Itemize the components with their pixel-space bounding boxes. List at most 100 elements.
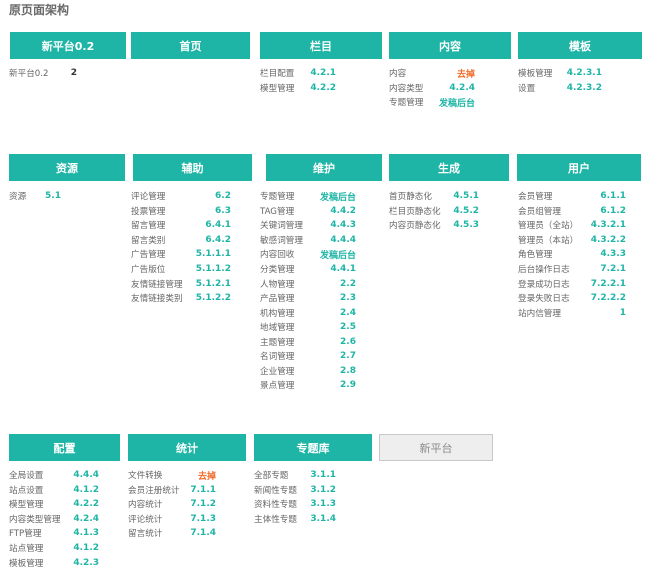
item-label: 产品管理 <box>260 294 295 305</box>
list-item: 内容页静态化 4.5.3 <box>389 218 479 233</box>
item-label: 内容 <box>389 69 407 80</box>
item-code: 6.3 <box>215 205 231 216</box>
list-item: 友情链接类别 5.1.2.2 <box>131 291 231 306</box>
item-label: 内容统计 <box>128 500 163 511</box>
item-code: 7.2.2.1 <box>590 278 626 289</box>
section-header-special-library[interactable]: 专题库 <box>254 434 372 461</box>
section-header-home[interactable]: 首页 <box>131 32 250 59</box>
list-item: 企业管理 2.8 <box>260 364 356 379</box>
item-label: 友情链接类别 <box>131 294 183 305</box>
item-code: 2.9 <box>340 380 356 391</box>
section-header-content[interactable]: 内容 <box>389 32 511 59</box>
item-label: 内容类型 <box>389 83 424 94</box>
item-code: 4.1.2 <box>73 484 99 495</box>
item-code: 4.5.2 <box>453 205 479 216</box>
list-item: 广告版位 5.1.1.2 <box>131 262 231 277</box>
list-item: 站点管理 4.1.2 <box>9 541 99 556</box>
list-item: 内容类型管理 4.2.4 <box>9 512 99 527</box>
item-label: 企业管理 <box>260 366 295 377</box>
item-code: 7.1.1 <box>190 484 216 495</box>
item-label: 站点管理 <box>9 544 44 554</box>
item-label: 内容页静态化 <box>389 221 441 232</box>
section-header-maintenance[interactable]: 维护 <box>266 154 382 181</box>
item-code: 2.2 <box>340 278 356 289</box>
item-code: 发稿后台 <box>319 250 356 261</box>
item-code: 2.7 <box>340 351 356 362</box>
item-code: 4.2.3.1 <box>566 68 602 79</box>
list-item: 管理员（本站） 4.3.2.2 <box>518 233 626 248</box>
list-item: 全局设置 4.4.4 <box>9 468 99 483</box>
item-code: 5.1.2.1 <box>195 278 231 289</box>
item-code: 4.2.3 <box>73 557 99 568</box>
list-item: 敏感词管理 4.4.4 <box>260 233 356 248</box>
list-item: 广告管理 5.1.1.1 <box>131 247 231 262</box>
list-item: 站点设置 4.1.2 <box>9 483 99 498</box>
section-header-generate[interactable]: 生成 <box>389 154 509 181</box>
section-header-resource[interactable]: 资源 <box>9 154 125 181</box>
item-label: 主题管理 <box>260 337 295 348</box>
item-code: 4.2.1 <box>310 68 336 79</box>
list-item: 主体性专题 3.1.4 <box>254 512 336 527</box>
item-label: 站内信管理 <box>518 308 561 319</box>
section-header-config[interactable]: 配置 <box>9 434 120 461</box>
item-code: 4.4.4 <box>73 470 99 481</box>
item-code: 4.5.3 <box>453 220 479 231</box>
item-code: 2.4 <box>340 307 356 318</box>
list-item: 内容统计 7.1.2 <box>128 497 216 512</box>
list-item: 设置 4.2.3.2 <box>518 81 602 96</box>
list-item: 模板管理 4.2.3.1 <box>518 66 602 81</box>
item-label: 栏目页静态化 <box>389 206 441 217</box>
item-label: 资料性专题 <box>254 500 297 511</box>
item-label: 机构管理 <box>260 308 295 319</box>
section-items-statistics: 文件转换 去掉 会员注册统计 7.1.1 内容统计 7.1.2 评论统计 7.1.3 留言统计 7… <box>128 468 216 541</box>
section-items-template: 模板管理 4.2.3.1 设置 4.2.3.2 <box>518 66 602 95</box>
item-code: 4.4.4 <box>330 234 356 245</box>
item-label: 投票管理 <box>131 206 166 217</box>
section-header-new-platform-02[interactable]: 新平台0.2 <box>10 32 126 59</box>
list-item: 主题管理 2.6 <box>260 334 356 349</box>
item-code: 2 <box>70 68 77 79</box>
section-header-column[interactable]: 栏目 <box>260 32 382 59</box>
item-code: 1 <box>619 307 626 318</box>
list-item: 产品管理 2.3 <box>260 291 356 306</box>
item-code: 7.1.4 <box>190 528 216 539</box>
list-item: 分类管理 4.4.1 <box>260 262 356 277</box>
list-item: 专题管理 发稿后台 <box>389 95 475 110</box>
item-code: 4.4.2 <box>330 205 356 216</box>
item-label: 资源 <box>9 192 27 203</box>
list-item: 资料性专题 3.1.3 <box>254 497 336 512</box>
section-items-generate: 首页静态化 4.5.1 栏目页静态化 4.5.2 内容页静态化 4.5.3 <box>389 189 479 233</box>
item-code: 5.1.1.2 <box>195 264 231 274</box>
list-item: 内容 去掉 <box>389 66 475 81</box>
item-label: 留言管理 <box>131 221 166 232</box>
item-label: 留言统计 <box>128 529 163 540</box>
list-item: 模型管理 4.2.2 <box>9 497 99 512</box>
list-item: 栏目页静态化 4.5.2 <box>389 204 479 219</box>
item-label: 地域管理 <box>260 323 295 334</box>
item-code: 6.4.2 <box>205 234 231 245</box>
page-title: 原页面架构 <box>9 3 70 17</box>
section-header-template[interactable]: 模板 <box>518 32 642 59</box>
item-code: 5.1 <box>45 191 61 202</box>
item-label: 全局设置 <box>9 471 44 482</box>
item-code: 3.1.4 <box>310 513 336 524</box>
item-label: 模板管理 <box>9 558 44 569</box>
section-items-new-platform-02: 新平台0.2 2 <box>9 66 77 81</box>
section-header-statistics[interactable]: 统计 <box>128 434 246 461</box>
item-code: 4.1.3 <box>73 528 99 539</box>
list-item: 专题管理 发稿后台 <box>260 189 356 204</box>
item-code: 去掉 <box>197 471 216 482</box>
section-header-user[interactable]: 用户 <box>517 154 641 181</box>
section-header-auxiliary[interactable]: 辅助 <box>133 154 252 181</box>
list-item: 会员组管理 6.1.2 <box>518 204 626 219</box>
item-label: 站点设置 <box>9 485 44 496</box>
list-item: 评论统计 7.1.3 <box>128 512 216 527</box>
section-header-new-platform[interactable]: 新平台 <box>379 434 493 461</box>
item-label: 敏感词管理 <box>260 235 303 246</box>
item-code: 6.4.1 <box>205 220 231 231</box>
list-item: 模板管理 4.2.3 <box>9 555 99 570</box>
section-items-user: 会员管理 6.1.1 会员组管理 6.1.2 管理员（全站） 4.3.2.1 管理员（本站）… <box>518 189 626 320</box>
item-label: 角色管理 <box>518 250 553 261</box>
item-label: 登录成功日志 <box>518 279 570 290</box>
item-code: 5.1.2.2 <box>195 293 231 304</box>
